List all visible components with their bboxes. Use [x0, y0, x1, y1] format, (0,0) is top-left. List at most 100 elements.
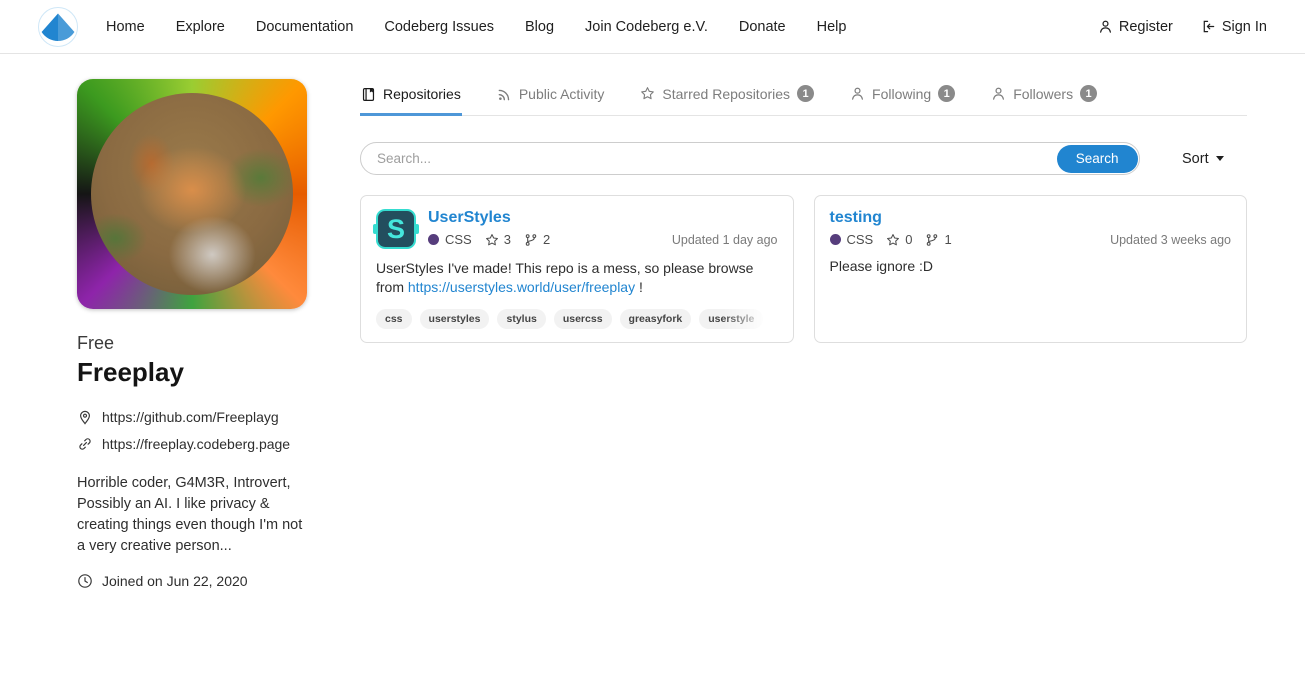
- rss-icon: [497, 87, 512, 102]
- joined-row: Joined on Jun 22, 2020: [77, 573, 307, 589]
- repo-description: Please ignore :D: [830, 257, 1232, 276]
- nav-item-explore[interactable]: Explore: [176, 19, 225, 35]
- location-row: https://github.com/Freeplayg: [77, 409, 307, 425]
- repo-icon: [361, 87, 376, 102]
- repo-updated: Updated 3 weeks ago: [1110, 233, 1231, 247]
- nav-item-help[interactable]: Help: [817, 19, 847, 35]
- avatar[interactable]: [77, 79, 307, 309]
- repo-description: UserStyles I've made! This repo is a mes…: [376, 259, 778, 297]
- fork-count[interactable]: 1: [925, 232, 951, 247]
- repo-head-main: testing CSS 0: [830, 209, 1232, 247]
- star-count[interactable]: 3: [485, 232, 511, 247]
- profile-page: Free Freeplay https://github.com/Freepla…: [0, 54, 1305, 589]
- codeberg-logo-icon[interactable]: [38, 7, 78, 47]
- avatar-fox-photo: [91, 93, 293, 295]
- chevron-down-icon: [1216, 156, 1224, 161]
- joined-text: Joined on Jun 22, 2020: [102, 573, 248, 589]
- repo-card-head: testing CSS 0: [830, 209, 1232, 247]
- language-label: CSS: [445, 232, 472, 247]
- stylus-s-letter: S: [387, 216, 405, 243]
- tab-count-badge: 1: [1080, 85, 1097, 102]
- git-branch-icon: [524, 233, 538, 247]
- nav-item-donate[interactable]: Donate: [739, 19, 786, 35]
- star-icon: [640, 86, 655, 101]
- location-pin-icon: [77, 409, 93, 425]
- topic-pill[interactable]: userstyle: [699, 309, 763, 329]
- repo-name-link[interactable]: UserStyles: [428, 209, 778, 227]
- repo-meta-row: CSS 3 2: [428, 232, 778, 247]
- register-button[interactable]: Register: [1098, 19, 1173, 35]
- repository-list: S UserStyles CSS 3: [360, 195, 1247, 343]
- tab-label: Followers: [1013, 86, 1073, 102]
- tab-label: Repositories: [383, 86, 461, 102]
- nav-item-documentation[interactable]: Documentation: [256, 19, 354, 35]
- star-icon: [485, 233, 499, 247]
- sort-dropdown[interactable]: Sort: [1182, 151, 1224, 167]
- tab-repositories[interactable]: Repositories: [360, 80, 462, 116]
- tab-count-badge: 1: [938, 85, 955, 102]
- fork-count[interactable]: 2: [524, 232, 550, 247]
- tab-label: Following: [872, 86, 931, 102]
- topic-pill[interactable]: css: [376, 309, 412, 329]
- repo-name-link[interactable]: testing: [830, 209, 1232, 227]
- top-navbar: Home Explore Documentation Codeberg Issu…: [0, 0, 1305, 54]
- topic-pill[interactable]: greasyfork: [620, 309, 692, 329]
- language-dot: [830, 234, 841, 245]
- sign-in-button[interactable]: Sign In: [1201, 19, 1267, 35]
- git-branch-icon: [925, 233, 939, 247]
- topic-tags: css userstyles stylus usercss greasyfork…: [376, 309, 778, 329]
- desc-link[interactable]: https://userstyles.world/user/freeplay: [408, 279, 635, 295]
- main-nav: Home Explore Documentation Codeberg Issu…: [106, 19, 846, 35]
- repo-head-main: UserStyles CSS 3: [428, 209, 778, 249]
- language-dot: [428, 234, 439, 245]
- clock-icon: [77, 573, 93, 589]
- star-count-value: 3: [504, 232, 511, 247]
- nav-item-home[interactable]: Home: [106, 19, 145, 35]
- tab-label: Starred Repositories: [662, 86, 790, 102]
- profile-tabs: Repositories Public Activity Starred Rep…: [360, 79, 1247, 116]
- desc-text-after: !: [639, 279, 643, 295]
- website-row: https://freeplay.codeberg.page: [77, 436, 307, 452]
- search-input[interactable]: [361, 143, 1055, 174]
- repo-meta-row: CSS 0 1: [830, 232, 1232, 247]
- repo-avatar-stylus[interactable]: S: [376, 209, 416, 249]
- repo-card-head: S UserStyles CSS 3: [376, 209, 778, 249]
- star-count[interactable]: 0: [886, 232, 912, 247]
- repo-card-testing: testing CSS 0: [814, 195, 1248, 343]
- star-icon: [886, 233, 900, 247]
- language-label: CSS: [847, 232, 874, 247]
- topic-pill[interactable]: userstyles: [420, 309, 490, 329]
- tab-starred-repositories[interactable]: Starred Repositories 1: [639, 79, 815, 116]
- profile-main: Repositories Public Activity Starred Rep…: [360, 79, 1247, 589]
- fork-count-value: 2: [543, 232, 550, 247]
- nav-item-codeberg-issues[interactable]: Codeberg Issues: [384, 19, 494, 35]
- website-link[interactable]: https://freeplay.codeberg.page: [102, 436, 290, 452]
- tab-label: Public Activity: [519, 86, 605, 102]
- register-label: Register: [1119, 19, 1173, 35]
- username: Freeplay: [77, 357, 307, 388]
- topic-pill[interactable]: cascading-style-sheets: [771, 309, 777, 329]
- profile-meta: https://github.com/Freeplayg https://fre…: [77, 409, 307, 452]
- profile-bio: Horrible coder, G4M3R, Introvert, Possib…: [77, 473, 307, 557]
- location-text[interactable]: https://github.com/Freeplayg: [102, 409, 279, 425]
- sort-label: Sort: [1182, 151, 1209, 167]
- topic-pill[interactable]: usercss: [554, 309, 612, 329]
- repo-search-box: Search: [360, 142, 1140, 175]
- tab-count-badge: 1: [797, 85, 814, 102]
- topic-pill[interactable]: stylus: [497, 309, 545, 329]
- search-button[interactable]: Search: [1057, 145, 1138, 173]
- person-icon: [850, 86, 865, 101]
- tab-public-activity[interactable]: Public Activity: [496, 80, 606, 116]
- sign-in-label: Sign In: [1222, 19, 1267, 35]
- person-icon: [991, 86, 1006, 101]
- tab-following[interactable]: Following 1: [849, 79, 956, 116]
- sign-in-icon: [1201, 19, 1216, 34]
- repo-search-row: Search Sort: [360, 142, 1247, 175]
- nav-item-join-codeberg[interactable]: Join Codeberg e.V.: [585, 19, 708, 35]
- tab-followers[interactable]: Followers 1: [990, 79, 1098, 116]
- nav-item-blog[interactable]: Blog: [525, 19, 554, 35]
- star-count-value: 0: [905, 232, 912, 247]
- person-icon: [1098, 19, 1113, 34]
- link-icon: [77, 436, 93, 452]
- repo-updated: Updated 1 day ago: [672, 233, 778, 247]
